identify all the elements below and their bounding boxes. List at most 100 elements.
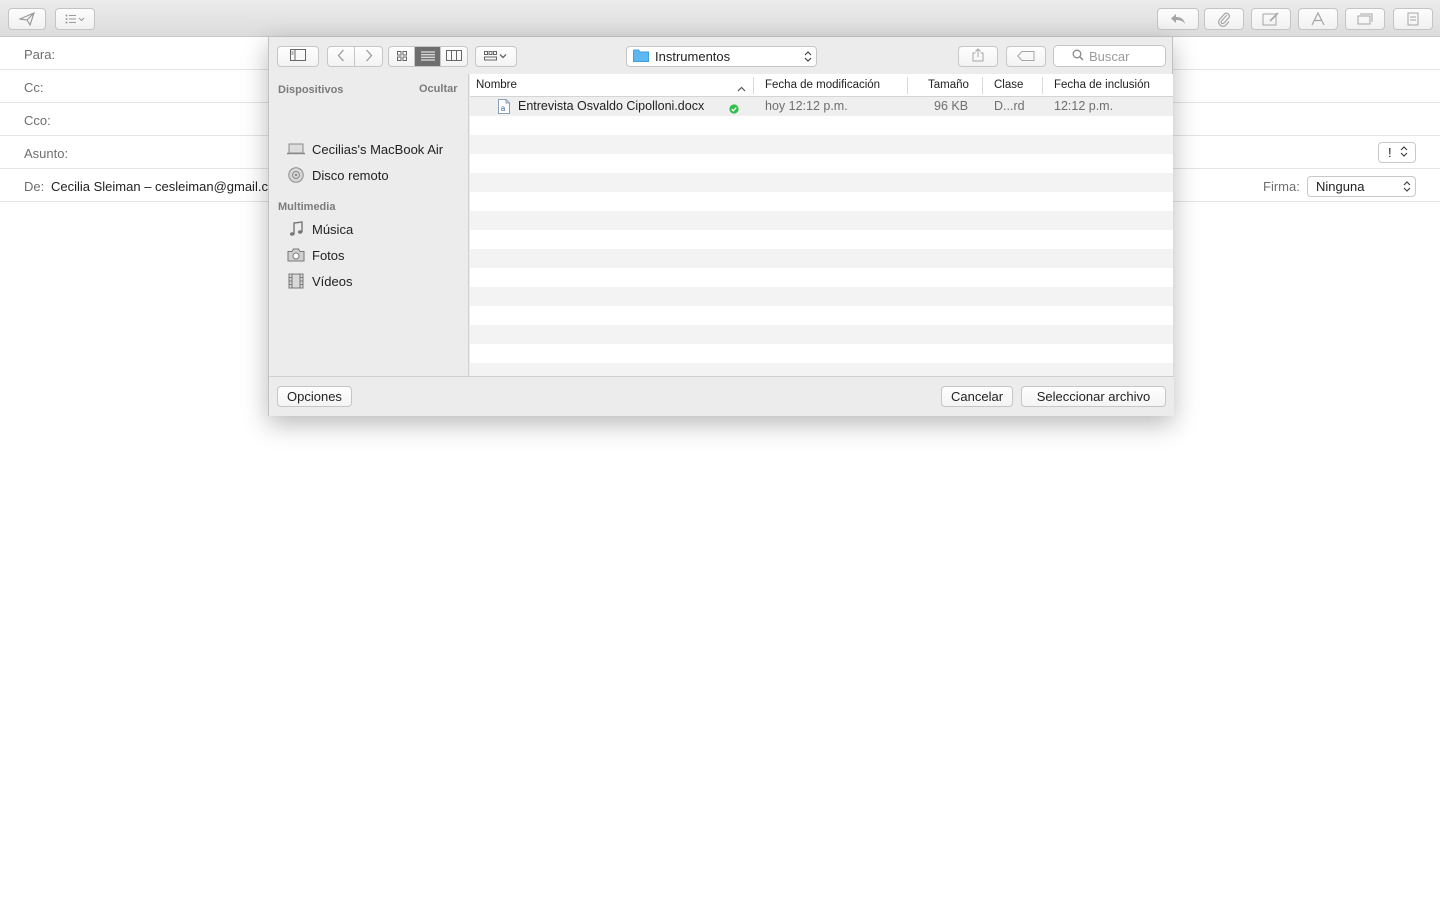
priority-value: ! [1388, 145, 1392, 160]
format-button[interactable] [1298, 8, 1338, 30]
chevron-left-icon [337, 49, 345, 65]
sidebar-item-photos[interactable]: Fotos [287, 245, 345, 265]
sync-status-icon [729, 102, 739, 117]
file-rows: a Entrevista Osvaldo Cipolloni.docx hoy … [470, 97, 1173, 376]
tag-icon [1017, 49, 1035, 64]
sort-ascending-icon [737, 80, 746, 95]
options-button-label: Opciones [287, 389, 342, 404]
arrange-icon [484, 49, 508, 64]
column-header-size[interactable]: Tamaño [928, 79, 969, 91]
file-size: 96 KB [934, 99, 969, 113]
stationery-icon [1407, 12, 1419, 26]
sidebar-item-label: Música [312, 221, 354, 237]
search-icon [1072, 49, 1084, 64]
column-divider[interactable] [1042, 77, 1043, 94]
sidebar-item-label: Vídeos [312, 273, 353, 289]
priority-select[interactable]: ! [1378, 142, 1416, 163]
header-fields-menu-button[interactable] [55, 8, 95, 30]
font-icon [1311, 12, 1325, 26]
sidebar-item-label: Cecilias's MacBook Air [312, 141, 444, 157]
column-header-added[interactable]: Fecha de inclusión [1054, 79, 1150, 91]
send-button[interactable] [8, 8, 46, 30]
select-file-button[interactable]: Seleccionar archivo [1021, 386, 1166, 407]
file-name: Entrevista Osvaldo Cipolloni.docx [518, 99, 705, 113]
word-document-icon: a [498, 99, 510, 117]
hide-devices-link[interactable]: Ocultar [419, 83, 458, 95]
from-account-select[interactable]: Cecilia Sleiman – cesleiman@gmail.com [51, 179, 286, 194]
send-icon [19, 12, 35, 26]
reply-icon [1170, 13, 1186, 25]
list-view-button[interactable] [415, 47, 441, 66]
dialog-sidebar: Dispositivos Ocultar Cecilias's MacBook … [269, 74, 469, 376]
file-list: Nombre Fecha de modificación Tamaño Clas… [470, 74, 1173, 376]
column-divider[interactable] [982, 77, 983, 94]
signature-label: Firma: [1263, 179, 1300, 194]
file-modified: hoy 12:12 p.m. [765, 99, 848, 113]
column-header-name[interactable]: Nombre [476, 79, 517, 91]
reply-button[interactable] [1157, 8, 1199, 30]
laptop-icon [287, 143, 305, 155]
empty-row [470, 192, 1173, 211]
markup-button[interactable] [1251, 8, 1291, 30]
list-view-icon [420, 49, 435, 64]
icon-view-button[interactable] [389, 47, 415, 66]
empty-row [470, 325, 1173, 344]
column-divider[interactable] [907, 77, 908, 94]
music-icon [287, 221, 305, 237]
media-heading: Multimedia [278, 201, 336, 213]
updown-icon [1403, 180, 1411, 193]
location-select[interactable]: Instrumentos [626, 46, 817, 67]
cancel-button[interactable]: Cancelar [941, 386, 1014, 407]
column-header-modified[interactable]: Fecha de modificación [765, 79, 880, 91]
dialog-footer: Opciones Cancelar Seleccionar archivo [269, 376, 1174, 416]
empty-row [470, 211, 1173, 230]
arrange-menu-button[interactable] [475, 46, 517, 67]
empty-row [470, 306, 1173, 325]
sidebar-item-remote-disc[interactable]: Disco remoto [287, 165, 389, 185]
paperclip-icon [1217, 11, 1231, 27]
view-mode-control [388, 46, 468, 67]
empty-row [470, 249, 1173, 268]
to-label: Para: [24, 47, 56, 62]
file-added: 12:12 p.m. [1054, 99, 1114, 113]
share-button[interactable] [958, 46, 998, 67]
column-view-button[interactable] [441, 47, 467, 66]
empty-row [470, 230, 1173, 249]
location-label: Instrumentos [655, 49, 731, 64]
empty-row [470, 268, 1173, 287]
file-row[interactable]: a Entrevista Osvaldo Cipolloni.docx hoy … [470, 97, 1173, 116]
tags-button[interactable] [1006, 46, 1046, 67]
bcc-label: Cco: [24, 113, 51, 128]
sidebar-item-videos[interactable]: Vídeos [287, 271, 352, 291]
empty-row [470, 154, 1173, 173]
back-button[interactable] [328, 47, 355, 66]
empty-row [470, 363, 1173, 376]
folder-icon [633, 49, 649, 65]
svg-text:a: a [501, 104, 506, 113]
stationery-button[interactable] [1393, 8, 1433, 30]
camera-icon [287, 248, 305, 262]
share-icon [972, 48, 984, 65]
dialog-toolbar: Instrumentos Buscar [269, 37, 1174, 74]
column-divider[interactable] [753, 77, 754, 94]
signature-value: Ninguna [1316, 179, 1365, 194]
search-placeholder: Buscar [1089, 48, 1130, 64]
sidebar-toggle-button[interactable] [277, 46, 319, 67]
signature-select[interactable]: Ninguna [1307, 176, 1416, 197]
updown-icon [804, 50, 812, 66]
column-header-kind[interactable]: Clase [994, 79, 1023, 91]
sidebar-icon [290, 49, 306, 64]
sidebar-item-macbook[interactable]: Cecilias's MacBook Air [287, 139, 443, 159]
attach-button[interactable] [1204, 8, 1244, 30]
search-field[interactable]: Buscar [1053, 45, 1166, 67]
film-icon [287, 273, 305, 289]
updown-icon [1400, 145, 1408, 161]
forward-button[interactable] [355, 47, 382, 66]
cc-label: Cc: [24, 80, 44, 95]
sidebar-item-music[interactable]: Música [287, 219, 353, 239]
markup-icon [1262, 12, 1280, 26]
photo-browser-button[interactable] [1345, 8, 1385, 30]
options-button[interactable]: Opciones [277, 386, 352, 407]
grid-icon [396, 49, 407, 64]
from-label: De: [24, 179, 45, 194]
